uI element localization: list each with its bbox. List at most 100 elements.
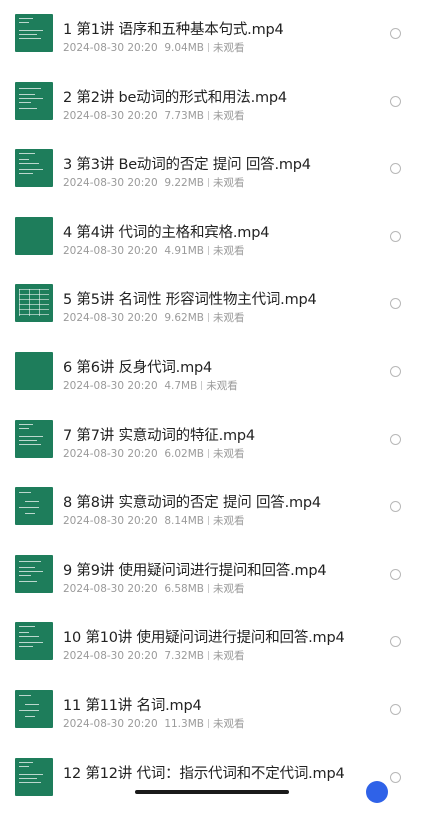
meta-divider [207, 313, 209, 323]
meta-divider [207, 178, 209, 188]
video-size: 4.7MB [164, 380, 198, 392]
video-meta: 2024-08-30 20:20 7.32MB 未观看 [63, 648, 244, 663]
video-thumbnail-icon [15, 14, 53, 52]
video-size: 7.32MB [164, 650, 204, 663]
meta-divider [207, 448, 209, 458]
video-size: 9.22MB [164, 177, 204, 190]
video-date: 2024-08-30 20:20 [63, 312, 158, 325]
video-thumbnail-icon [15, 216, 53, 255]
radio-circle-icon[interactable] [390, 298, 401, 310]
video-date: 2024-08-30 20:20 [63, 42, 158, 54]
radio-circle-icon[interactable] [390, 704, 401, 715]
video-date: 2024-08-30 20:20 [63, 582, 158, 595]
video-thumbnail-icon [15, 487, 53, 526]
video-title: 5 第5讲 名词性 形容词性物主代词.mp4 [63, 292, 317, 309]
video-meta: 2024-08-30 20:20 11.3MB 未观看 [63, 716, 244, 731]
video-size: 11.3MB [164, 718, 204, 730]
radio-circle-icon[interactable] [390, 636, 401, 648]
meta-divider [207, 110, 209, 120]
video-list-item[interactable]: 3 第3讲 Be动词的否定 提问 回答.mp4 2024-08-30 20:20 … [0, 149, 424, 217]
video-list-item[interactable]: 7 第7讲 实意动词的特征.mp4 2024-08-30 20:20 6.02MB… [0, 419, 424, 488]
watch-status: 未观看 [212, 244, 245, 257]
watch-status: 未观看 [212, 582, 245, 595]
radio-circle-icon[interactable] [390, 366, 401, 377]
meta-divider [207, 245, 209, 255]
video-date: 2024-08-30 20:20 [63, 109, 158, 122]
radio-circle-icon[interactable] [390, 433, 401, 445]
video-meta: 2024-08-30 20:20 9.62MB 未观看 [63, 310, 244, 325]
video-list-item[interactable]: 2 第2讲 be动词的形式和用法.mp4 2024-08-30 20:20 7.7… [0, 81, 424, 150]
video-meta: 2024-08-30 20:20 6.58MB 未观看 [63, 581, 244, 596]
radio-circle-icon[interactable] [390, 95, 401, 107]
video-thumbnail-icon [15, 419, 53, 458]
meta-divider [201, 381, 203, 390]
video-title: 6 第6讲 反身代词.mp4 [63, 360, 213, 376]
video-date: 2024-08-30 20:20 [63, 447, 158, 460]
video-meta: 2024-08-30 20:20 4.7MB 未观看 [63, 378, 238, 393]
watch-status: 未观看 [212, 312, 245, 325]
video-thumbnail-icon [15, 622, 53, 661]
watch-status: 未观看 [212, 447, 245, 460]
radio-circle-icon[interactable] [390, 771, 401, 783]
video-title: 2 第2讲 be动词的形式和用法.mp4 [63, 89, 287, 106]
watch-status: 未观看 [212, 177, 245, 190]
meta-divider [207, 719, 209, 728]
video-list-item[interactable]: 8 第8讲 实意动词的否定 提问 回答.mp4 2024-08-30 20:20 … [0, 487, 424, 555]
meta-divider [207, 43, 209, 52]
home-indicator-bar[interactable] [135, 790, 289, 794]
video-list-item[interactable]: 4 第4讲 代词的主格和宾格.mp4 2024-08-30 20:20 4.91M… [0, 216, 424, 285]
meta-divider [207, 651, 209, 661]
watch-status: 未观看 [212, 109, 245, 122]
video-size: 9.04MB [164, 42, 204, 54]
video-thumbnail-icon [15, 284, 53, 323]
video-list-item[interactable]: 6 第6讲 反身代词.mp4 2024-08-30 20:20 4.7MB 未观看 [0, 352, 424, 420]
watch-status: 未观看 [206, 380, 238, 392]
video-title: 10 第10讲 使用疑问词进行提问和回答.mp4 [63, 630, 345, 647]
video-title: 4 第4讲 代词的主格和宾格.mp4 [63, 224, 270, 241]
watch-status: 未观看 [212, 650, 245, 663]
video-meta: 2024-08-30 20:20 9.22MB 未观看 [63, 175, 244, 190]
video-size: 4.91MB [164, 244, 204, 257]
video-date: 2024-08-30 20:20 [63, 650, 158, 663]
video-list-item[interactable]: 9 第9讲 使用疑问词进行提问和回答.mp4 2024-08-30 20:20 6… [0, 554, 424, 623]
video-date: 2024-08-30 20:20 [63, 718, 158, 730]
meta-divider [207, 516, 209, 526]
video-thumbnail-icon [15, 352, 53, 390]
video-date: 2024-08-30 20:20 [63, 177, 158, 190]
video-date: 2024-08-30 20:20 [63, 380, 158, 392]
radio-circle-icon[interactable] [390, 28, 401, 39]
video-thumbnail-icon [15, 81, 53, 120]
video-size: 6.58MB [164, 582, 204, 595]
video-title: 12 第12讲 代词：指示代词和不定代词.mp4 [63, 765, 345, 782]
watch-status: 未观看 [212, 718, 245, 730]
video-title: 8 第8讲 实意动词的否定 提问 回答.mp4 [63, 495, 321, 512]
radio-circle-icon[interactable] [390, 163, 401, 175]
video-size: 6.02MB [164, 447, 204, 460]
video-meta: 2024-08-30 20:20 9.04MB 未观看 [63, 40, 244, 55]
watch-status: 未观看 [212, 515, 245, 528]
radio-circle-icon[interactable] [390, 230, 401, 242]
radio-circle-icon[interactable] [390, 501, 401, 513]
video-date: 2024-08-30 20:20 [63, 515, 158, 528]
video-thumbnail-icon [15, 757, 53, 796]
video-meta: 2024-08-30 20:20 6.02MB 未观看 [63, 446, 244, 461]
video-list-item[interactable]: 5 第5讲 名词性 形容词性物主代词.mp4 2024-08-30 20:20 9… [0, 284, 424, 352]
video-thumbnail-icon [15, 690, 53, 728]
video-size: 9.62MB [164, 312, 204, 325]
video-meta: 2024-08-30 20:20 4.91MB 未观看 [63, 243, 244, 258]
video-title: 11 第11讲 名词.mp4 [63, 698, 202, 714]
video-meta: 2024-08-30 20:20 8.14MB 未观看 [63, 513, 244, 528]
meta-divider [207, 583, 209, 593]
video-title: 3 第3讲 Be动词的否定 提问 回答.mp4 [63, 157, 311, 174]
video-title: 7 第7讲 实意动词的特征.mp4 [63, 427, 255, 444]
video-size: 7.73MB [164, 109, 204, 122]
video-meta: 2024-08-30 20:20 7.73MB 未观看 [63, 108, 244, 123]
video-title: 9 第9讲 使用疑问词进行提问和回答.mp4 [63, 562, 327, 579]
video-list-item[interactable]: 11 第11讲 名词.mp4 2024-08-30 20:20 11.3MB 未观看 [0, 690, 424, 758]
video-list-item[interactable]: 10 第10讲 使用疑问词进行提问和回答.mp4 2024-08-30 20:20… [0, 622, 424, 690]
radio-circle-icon[interactable] [390, 568, 401, 580]
video-size: 8.14MB [164, 515, 204, 528]
video-thumbnail-icon [15, 149, 53, 188]
video-list-item[interactable]: 1 第1讲 语序和五种基本句式.mp4 2024-08-30 20:20 9.04… [0, 14, 424, 82]
video-date: 2024-08-30 20:20 [63, 244, 158, 257]
